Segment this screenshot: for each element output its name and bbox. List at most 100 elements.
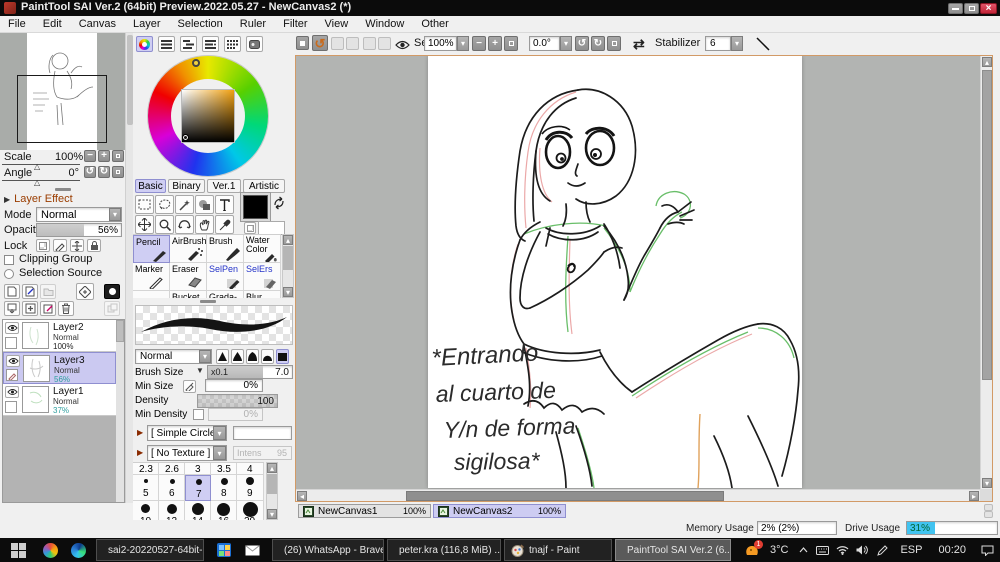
brush-size-slider[interactable]: x0.1 7.0: [207, 365, 293, 379]
tab-artistic[interactable]: Artistic: [243, 179, 285, 193]
angle-value-box[interactable]: 0.0°: [529, 36, 560, 51]
brush-empty-slot[interactable]: [133, 291, 170, 298]
new-layer-button[interactable]: [4, 284, 20, 299]
layer-thumbnail[interactable]: [22, 322, 49, 349]
redo-button[interactable]: [331, 37, 344, 50]
new-linework-layer-button[interactable]: [22, 284, 38, 299]
swap-colors-icon[interactable]: [272, 196, 286, 210]
brush-size-unit-dropdown[interactable]: ▼: [196, 366, 204, 375]
close-button[interactable]: ×: [980, 3, 997, 14]
tray-hidden-icons-chevron[interactable]: [794, 538, 812, 562]
taskbar-edge-icon[interactable]: [64, 538, 92, 562]
tray-pen-icon[interactable]: [872, 538, 892, 562]
brush-blur[interactable]: Blur: [244, 291, 281, 298]
tip-shape-round-button[interactable]: [261, 349, 274, 364]
color-mixer-tab-button[interactable]: [202, 36, 219, 52]
min-density-checkbox[interactable]: [193, 409, 204, 420]
zoom-out-button[interactable]: −: [472, 36, 486, 51]
taskbar-button-sai-active[interactable]: PaintTool SAI Ver.2 (6...: [615, 539, 731, 561]
size-preset-9[interactable]: 9: [237, 475, 264, 501]
action-center-icon[interactable]: [974, 538, 1000, 562]
tab-scroll-down-button[interactable]: [984, 511, 993, 518]
size-preset-6[interactable]: 6: [159, 475, 185, 501]
menu-other[interactable]: Other: [421, 18, 449, 30]
canvas-page[interactable]: *Entrando al cuarto de Y/n de forma sigi…: [428, 56, 802, 488]
brush-texture-dropdown-button[interactable]: ▾: [213, 446, 226, 460]
magic-wand-tool-button[interactable]: [175, 195, 194, 214]
move-tool-button[interactable]: [135, 215, 154, 234]
size-preset-3.5[interactable]: 3.5: [211, 463, 237, 475]
duplicate-layer-button[interactable]: [104, 301, 120, 316]
color-wheel-tab-button[interactable]: [136, 36, 153, 52]
layer-list-scrollbar[interactable]: [116, 320, 124, 502]
left-panel-scrollbar[interactable]: [125, 33, 133, 503]
brush-watercolor[interactable]: Water Color: [244, 235, 281, 263]
nav-zoom-out-button[interactable]: −: [84, 150, 96, 162]
size-preset-5[interactable]: 5: [133, 475, 159, 501]
canvas-viewport[interactable]: *Entrando al cuarto de Y/n de forma sigi…: [295, 55, 993, 502]
min-density-field[interactable]: 0%: [208, 408, 263, 421]
zoom-reset-button[interactable]: [504, 36, 518, 51]
delete-layer-button[interactable]: [58, 301, 74, 316]
brush-shape-dropdown[interactable]: [ Simple Circle ] ▾: [147, 425, 227, 441]
layer-link-checkbox[interactable]: [5, 401, 17, 413]
brush-scroll-down-button[interactable]: ▾: [283, 287, 293, 297]
tip-shape-sharp-button[interactable]: [216, 349, 229, 364]
taskbar-browser-icon[interactable]: [36, 538, 64, 562]
canvas-tab-newcanvas2-active[interactable]: NewCanvas2 100%: [433, 504, 566, 518]
menu-filter[interactable]: Filter: [283, 18, 307, 30]
brush-grid-scrollbar[interactable]: ▴ ▾: [282, 234, 294, 298]
tray-language-indicator[interactable]: ESP: [892, 544, 930, 556]
opacity-slider[interactable]: 56%: [36, 223, 122, 237]
tray-weather-icon[interactable]: 1: [740, 538, 764, 562]
mask-button[interactable]: [104, 284, 120, 299]
taskbar-mail-icon[interactable]: [238, 538, 266, 562]
layer-visibility-button[interactable]: [6, 355, 20, 367]
canvas-horizontal-scrollbar[interactable]: ◂ ▸: [296, 489, 980, 501]
lock-paint-button[interactable]: [53, 239, 67, 252]
brush-shape-dropdown-button[interactable]: ▾: [213, 426, 226, 440]
tip-shape-curve1-button[interactable]: [231, 349, 244, 364]
paste-button[interactable]: [378, 37, 391, 50]
brush-blend-mode-dropdown[interactable]: Normal ▾: [135, 349, 212, 364]
size-preset-20[interactable]: 20: [237, 501, 264, 520]
saturation-value-square[interactable]: [181, 89, 235, 143]
brush-gradation[interactable]: Grada-: [207, 291, 244, 298]
copy-button[interactable]: [363, 37, 376, 50]
tip-shape-curve2-button[interactable]: [246, 349, 259, 364]
layer-thumbnail[interactable]: [23, 355, 50, 382]
nav-rotate-reset-button[interactable]: [112, 166, 124, 178]
flip-icon[interactable]: ⇄: [633, 36, 645, 53]
hue-marker[interactable]: [192, 59, 200, 67]
menu-edit[interactable]: Edit: [43, 18, 62, 30]
clear-layer-button[interactable]: [40, 301, 56, 316]
brush-selers[interactable]: SelErs: [244, 263, 281, 291]
layer-link-checkbox[interactable]: [5, 337, 17, 349]
layer-effect-header[interactable]: ▶ Layer Effect: [4, 193, 73, 205]
rotate-view-tool-button[interactable]: [175, 215, 194, 234]
lock-all-button[interactable]: [87, 239, 101, 252]
layer-list-scrollbar-thumb[interactable]: [116, 320, 124, 342]
nav-zoom-in-button[interactable]: +: [98, 150, 110, 162]
canvas-scroll-up-button[interactable]: ▴: [982, 57, 992, 67]
canvas-scroll-right-button[interactable]: ▸: [969, 491, 979, 501]
zoom-in-button[interactable]: +: [488, 36, 502, 51]
merge-down-button[interactable]: [22, 301, 38, 316]
lasso-tool-button[interactable]: [155, 195, 174, 214]
hsv-slider-tab-button[interactable]: [180, 36, 197, 52]
start-button[interactable]: [0, 538, 36, 562]
size-preset-2.6[interactable]: 2.6: [159, 463, 185, 475]
panel-toggle-button[interactable]: [296, 36, 309, 50]
texture-intensity-field[interactable]: Intens 95: [233, 446, 292, 460]
rgb-slider-tab-button[interactable]: [158, 36, 175, 52]
layer-thumbnail[interactable]: [22, 386, 49, 413]
size-preset-3[interactable]: 3: [185, 463, 211, 475]
eyedropper-tool-button[interactable]: [215, 215, 234, 234]
zoom-tool-button[interactable]: [155, 215, 174, 234]
menu-view[interactable]: View: [325, 18, 349, 30]
brush-pencil[interactable]: Pencil: [133, 235, 170, 263]
taskbar-button-paint[interactable]: tnajf - Paint: [504, 539, 612, 561]
secondary-color-swatch[interactable]: [258, 221, 285, 235]
nav-rotate-ccw-button[interactable]: ↺: [84, 166, 96, 178]
nav-scale-slider-marker[interactable]: △: [34, 162, 40, 171]
